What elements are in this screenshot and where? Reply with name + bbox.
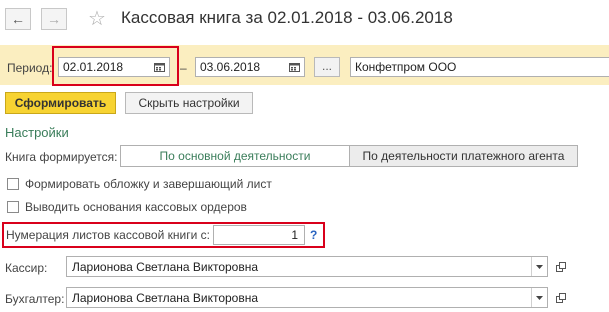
cover-checkbox-label[interactable]: Формировать обложку и завершающий лист — [25, 177, 272, 191]
book-formed-label: Книга формируется: — [5, 150, 118, 164]
arrow-right-icon: → — [47, 11, 61, 27]
hide-settings-button[interactable]: Скрыть настройки — [125, 92, 253, 114]
cashier-label: Кассир: — [5, 261, 48, 275]
book-formed-toggle: По основной деятельности По деятельности… — [120, 145, 578, 167]
dropdown-arrow-icon[interactable] — [531, 257, 547, 276]
period-to-field[interactable]: 03.06.2018 — [195, 57, 305, 77]
dropdown-arrow-icon[interactable] — [531, 288, 547, 307]
open-icon[interactable] — [552, 288, 569, 307]
numbering-input[interactable]: 1 — [213, 225, 305, 245]
back-button[interactable]: ← — [5, 8, 31, 30]
organization-value: Конфетпром ООО — [355, 60, 457, 74]
select-period-button[interactable]: ... — [314, 57, 340, 77]
arrow-left-icon: ← — [11, 11, 25, 27]
option-main-activity[interactable]: По основной деятельности — [121, 146, 350, 166]
basis-checkbox-label[interactable]: Выводить основания кассовых ордеров — [25, 200, 247, 214]
forward-button[interactable]: → — [41, 8, 67, 30]
organization-field[interactable]: Конфетпром ООО — [350, 57, 609, 77]
settings-heading: Настройки — [5, 125, 69, 140]
cashier-field[interactable]: Ларионова Светлана Викторовна — [66, 256, 548, 277]
page-title: Кассовая книга за 02.01.2018 - 03.06.201… — [121, 8, 453, 27]
accountant-value: Ларионова Светлана Викторовна — [72, 291, 259, 305]
highlight-frame — [52, 46, 179, 86]
help-icon[interactable]: ? — [310, 228, 317, 242]
period-label: Период: — [7, 61, 53, 75]
cover-checkbox[interactable] — [7, 178, 19, 190]
accountant-label: Бухгалтер: — [5, 292, 65, 306]
numbering-label: Нумерация листов кассовой книги с: — [6, 228, 210, 242]
basis-checkbox[interactable] — [7, 201, 19, 213]
calendar-icon[interactable] — [285, 58, 304, 76]
open-icon[interactable] — [552, 257, 569, 276]
option-payment-agent[interactable]: По деятельности платежного агента — [350, 146, 577, 166]
generate-button[interactable]: Сформировать — [5, 92, 116, 114]
favorite-star-icon[interactable]: ☆ — [88, 6, 106, 31]
period-dash: – — [180, 61, 187, 75]
accountant-field[interactable]: Ларионова Светлана Викторовна — [66, 287, 548, 308]
period-to-value: 03.06.2018 — [200, 60, 261, 74]
cashier-value: Ларионова Светлана Викторовна — [72, 260, 259, 274]
